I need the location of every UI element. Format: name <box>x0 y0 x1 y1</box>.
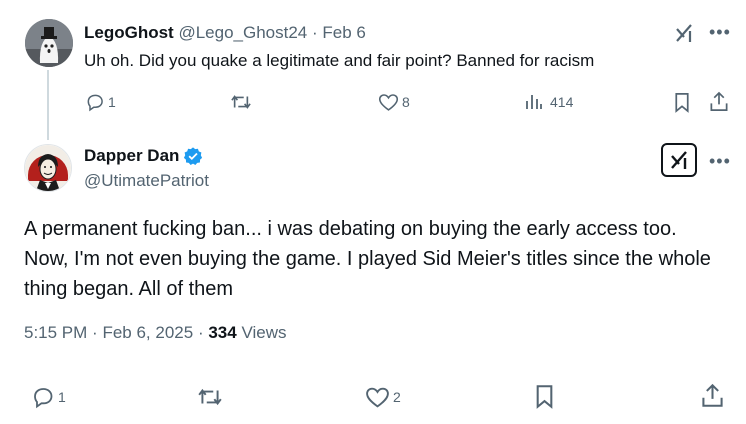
grok-button[interactable] <box>672 21 696 45</box>
reply-share-button[interactable] <box>709 91 729 112</box>
bookmark-icon <box>536 385 553 409</box>
reply-like-count: 8 <box>402 94 410 110</box>
reply-date[interactable]: Feb 6 <box>322 23 365 42</box>
more-icon: ••• <box>709 151 731 171</box>
reply-view-count: 414 <box>550 94 574 110</box>
repost-icon <box>198 388 222 406</box>
main-text: A permanent fucking ban... i was debatin… <box>24 218 711 300</box>
reply-reply-count: 1 <box>108 94 116 110</box>
reply-bookmark-button[interactable] <box>673 92 691 113</box>
main-meta: 5:15 PM · Feb 6, 2025 · 334 Views <box>24 323 287 343</box>
main-handle[interactable]: @UtimatePatriot <box>84 171 209 191</box>
avatar-legoghost[interactable] <box>25 19 73 67</box>
bookmark-icon <box>675 93 689 113</box>
main-share-button[interactable] <box>701 383 724 408</box>
main-repost-button[interactable] <box>197 385 223 409</box>
reply-author-name[interactable]: LegoGhost <box>84 23 174 42</box>
reply-icon <box>34 388 53 409</box>
reply-header: LegoGhost @Lego_Ghost24 · Feb 6 <box>84 23 366 43</box>
views-icon <box>526 95 542 109</box>
share-icon <box>702 383 723 407</box>
main-date[interactable]: Feb 6, 2025 <box>102 323 193 342</box>
share-icon <box>710 91 728 111</box>
grok-icon <box>671 151 687 169</box>
main-meta-sep2: · <box>197 323 204 342</box>
reply-views-button[interactable]: 414 <box>524 92 573 112</box>
like-icon <box>378 94 399 111</box>
main-view-count: 334 <box>208 323 237 342</box>
avatar-dapper-dan[interactable] <box>24 144 72 192</box>
main-author-name[interactable]: Dapper Dan <box>84 146 179 166</box>
repost-icon <box>231 95 251 109</box>
main-reply-count: 1 <box>58 389 66 405</box>
reply-icon <box>87 94 103 112</box>
verified-badge-icon[interactable] <box>183 146 203 166</box>
grok-icon <box>676 24 692 42</box>
main-views-label: Views <box>241 323 287 342</box>
reply-more-button[interactable]: ••• <box>709 23 731 41</box>
reply-like-button[interactable]: 8 <box>378 92 410 112</box>
main-grok-button[interactable] <box>661 143 697 177</box>
main-like-button[interactable]: 2 <box>365 385 401 409</box>
thread-line <box>47 70 49 140</box>
main-bookmark-button[interactable] <box>534 384 555 409</box>
main-meta-sep1: · <box>92 323 98 342</box>
main-reply-button[interactable]: 1 <box>31 385 66 409</box>
reply-handle[interactable]: @Lego_Ghost24 <box>178 23 307 42</box>
main-author: Dapper Dan <box>84 146 203 166</box>
reply-reply-button[interactable]: 1 <box>85 92 116 112</box>
main-more-button[interactable]: ••• <box>709 152 731 170</box>
reply-separator: · <box>311 23 318 42</box>
more-icon: ••• <box>709 22 731 42</box>
like-icon <box>366 387 389 408</box>
main-like-count: 2 <box>393 389 401 405</box>
reply-text: Uh oh. Did you quake a legitimate and fa… <box>84 51 595 70</box>
reply-repost-button[interactable] <box>230 92 252 112</box>
main-time[interactable]: 5:15 PM <box>24 323 87 342</box>
